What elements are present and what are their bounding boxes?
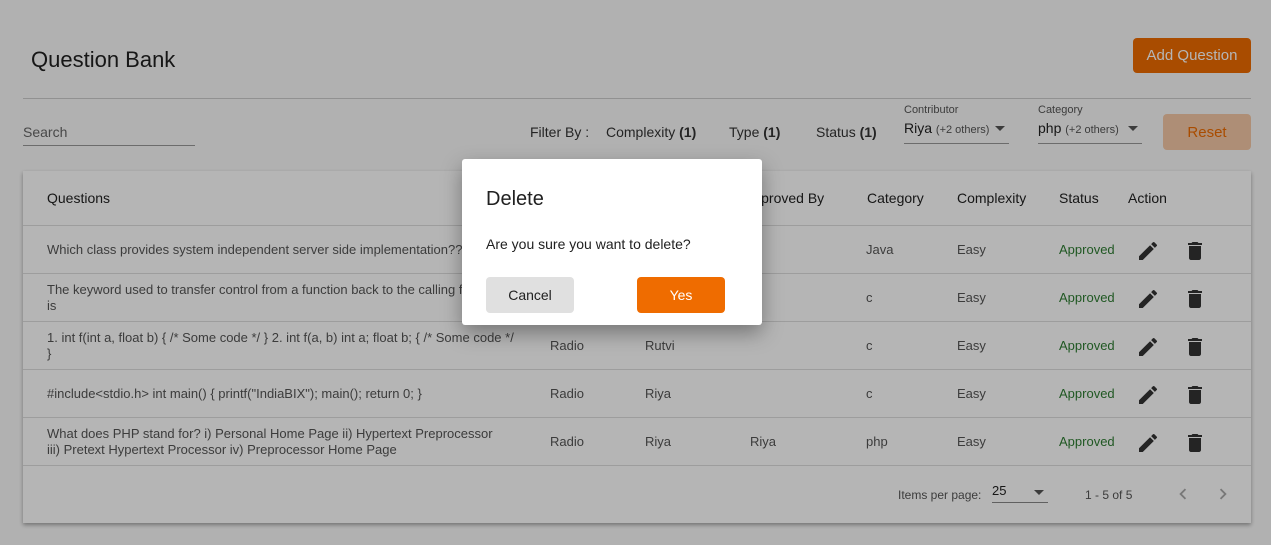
cancel-button[interactable]: Cancel	[486, 277, 574, 313]
dialog-message: Are you sure you want to delete?	[486, 236, 691, 252]
dialog-title: Delete	[486, 188, 544, 210]
confirm-delete-button[interactable]: Yes	[637, 277, 725, 313]
delete-dialog: Delete Are you sure you want to delete? …	[462, 159, 762, 325]
